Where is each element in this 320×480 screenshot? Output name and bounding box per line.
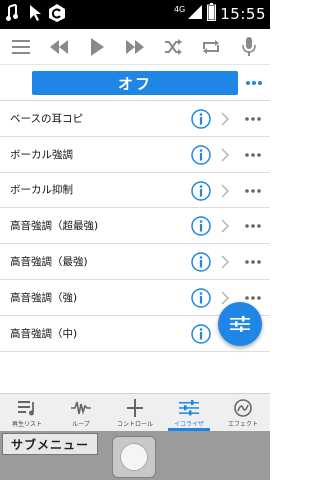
fast-forward-button[interactable] — [120, 32, 150, 62]
list-item-label: 高音強調（超最強) — [10, 220, 99, 233]
chevron-right-icon — [221, 148, 230, 162]
equalizer-settings-fab[interactable] — [218, 302, 262, 346]
softkey-bar: サブメニュー — [0, 431, 270, 480]
preset-header: オフ — [0, 65, 270, 101]
list-item-label: 高音強調（強) — [10, 291, 78, 304]
tab-label: イコライザ — [173, 421, 204, 428]
shuffle-button[interactable] — [158, 32, 188, 62]
list-item-label: ボーカル強調 — [10, 148, 73, 161]
info-icon[interactable] — [191, 324, 211, 344]
list-item[interactable]: ボーカル強調 — [0, 137, 270, 173]
tab-loop[interactable]: ループ — [54, 394, 108, 431]
more-dots-icon[interactable] — [244, 116, 262, 122]
menu-button[interactable] — [6, 32, 36, 62]
chevron-right-icon — [221, 255, 230, 269]
info-icon[interactable] — [191, 252, 211, 272]
info-icon[interactable] — [191, 109, 211, 129]
microphone-button[interactable] — [234, 32, 264, 62]
clock: 15:55 — [220, 5, 266, 23]
status-bar: 4G 15:55 — [0, 0, 270, 29]
more-dots-icon[interactable] — [244, 295, 262, 301]
list-item[interactable]: ボーカル抑制 — [0, 173, 270, 209]
rewind-button[interactable] — [44, 32, 74, 62]
list-item[interactable]: 高音強調（超最強) — [0, 208, 270, 245]
more-dots-icon[interactable] — [244, 259, 262, 265]
network-type: 4G — [173, 4, 186, 14]
microphone-icon — [242, 36, 256, 56]
menu-icon — [12, 39, 30, 54]
shuffle-icon — [165, 38, 182, 55]
home-key[interactable] — [112, 436, 156, 478]
music-note-icon — [6, 3, 22, 27]
chevron-right-icon — [221, 112, 230, 126]
list-item[interactable]: 高音強調（最強) — [0, 244, 270, 280]
chevron-right-icon — [221, 219, 230, 233]
more-dots-icon[interactable] — [244, 223, 262, 229]
battery-icon — [207, 3, 217, 25]
more-dots-icon — [246, 81, 262, 85]
tab-label: 再生リスト — [11, 421, 42, 428]
preset-selector[interactable]: オフ — [32, 71, 238, 95]
tab-control[interactable]: コントロール — [108, 394, 162, 431]
info-icon[interactable] — [191, 145, 211, 165]
home-key-circle — [120, 443, 148, 471]
repeat-button[interactable] — [196, 32, 226, 62]
rewind-icon — [50, 39, 68, 54]
equalizer-icon — [179, 400, 199, 416]
more-dots-icon[interactable] — [244, 188, 262, 194]
preset-more-button[interactable] — [244, 74, 264, 92]
list-item-label: ベースの耳コピ — [10, 112, 83, 125]
more-dots-icon[interactable] — [244, 152, 262, 158]
cursor-icon — [28, 3, 42, 27]
effect-icon — [234, 399, 252, 417]
fast-forward-icon — [126, 39, 144, 54]
tab-label: エフェクト — [227, 421, 258, 428]
playlist-icon — [18, 401, 34, 416]
list-item-label: 高音強調（最強) — [10, 256, 88, 269]
sliders-icon — [230, 316, 250, 332]
repeat-icon — [203, 39, 219, 54]
list-item-label: ボーカル抑制 — [10, 184, 73, 197]
signal-icon — [187, 4, 203, 24]
app-c-icon — [48, 3, 66, 27]
chevron-right-icon — [221, 184, 230, 198]
chevron-right-icon — [221, 291, 230, 305]
info-icon[interactable] — [191, 288, 211, 308]
info-icon[interactable] — [191, 180, 211, 201]
list-item[interactable]: ベースの耳コピ — [0, 101, 270, 137]
tab-label: コントロール — [116, 421, 153, 428]
waveform-icon — [71, 401, 91, 415]
player-toolbar — [0, 29, 270, 65]
bottom-tab-bar: 再生リスト ループ コントロール イコライザ エフェクト — [0, 393, 270, 431]
tab-equalizer[interactable]: イコライザ — [162, 394, 216, 431]
tab-label: ループ — [72, 421, 90, 428]
crosshair-icon — [127, 399, 143, 417]
tab-playlist[interactable]: 再生リスト — [0, 394, 54, 431]
submenu-button[interactable]: サブメニュー — [2, 433, 98, 455]
play-button[interactable] — [82, 32, 112, 62]
play-icon — [91, 37, 104, 56]
list-item-label: 高音強調（中) — [10, 327, 78, 340]
tab-effect[interactable]: エフェクト — [216, 394, 270, 431]
info-icon[interactable] — [191, 216, 211, 237]
